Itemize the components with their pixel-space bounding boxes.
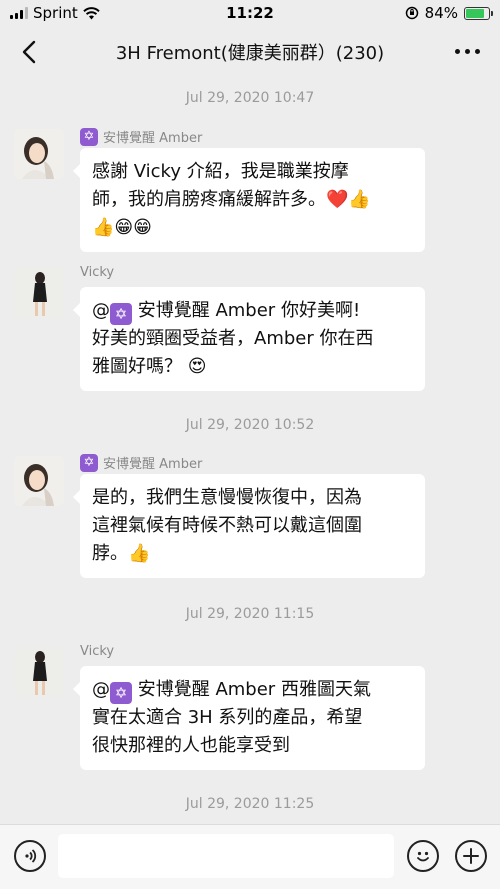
wifi-icon — [83, 6, 100, 19]
battery-icon — [464, 6, 493, 20]
battery-percent: 84% — [424, 4, 458, 22]
message-line: 這裡氣候有時候不熱可以戴這個圍 — [92, 515, 362, 536]
message-bubble[interactable]: @ ✡ 安博覺醒 Amber 西雅圖天氣 實在太適合 3H 系列的產品，希望 很快… — [73, 666, 425, 770]
message-line: 感謝 Vicky 介紹，我是職業按摩 — [92, 161, 349, 182]
add-button[interactable] — [455, 840, 487, 872]
timestamp: Jul 29, 2020 10:52 — [185, 417, 315, 433]
message-line: 是的，我們生意慢慢恢復中，因為 — [92, 487, 362, 508]
message-bubble[interactable]: 是的，我們生意慢慢恢復中，因為 這裡氣候有時候不熱可以戴這個圍 脖。👍 — [73, 474, 425, 578]
input-bar — [0, 824, 500, 889]
avatar[interactable] — [14, 456, 64, 506]
emoji-button[interactable] — [407, 840, 439, 872]
message-line: 實在太適合 3H 系列的產品，希望 — [92, 707, 363, 728]
mention-name[interactable]: 安博覺醒 Amber — [138, 300, 275, 321]
message-line: 好美的頸圈受益者，Amber 你在西 — [92, 328, 374, 349]
timestamp: Jul 29, 2020 10:47 — [185, 90, 315, 106]
chat-title: 3H Fremont(健康美丽群）(230) — [115, 43, 385, 64]
voice-input-button[interactable] — [14, 840, 46, 872]
smiley-icon — [417, 851, 429, 862]
nav-bar: 3H Fremont(健康美丽群）(230) — [0, 26, 500, 78]
message-bubble[interactable]: @ ✡ 安博覺醒 Amber 你好美啊! 好美的頸圈受益者，Amber 你在西 雅… — [73, 287, 425, 391]
sender-name: Vicky — [80, 265, 115, 280]
timestamp: Jul 29, 2020 11:15 — [185, 606, 315, 622]
voice-icon — [25, 849, 37, 863]
star-of-david-icon: ✡ — [110, 303, 132, 325]
orientation-lock-icon — [405, 6, 418, 20]
signal-icon — [10, 7, 28, 19]
message-line: 雅圖好嗎？ 😍 — [92, 356, 207, 377]
star-of-david-icon: ✡ — [110, 682, 132, 704]
message-line: @ ✡ 安博覺醒 Amber 你好美啊! — [92, 300, 361, 325]
more-dots-icon[interactable] — [455, 49, 480, 54]
avatar[interactable] — [14, 268, 64, 318]
avatar[interactable] — [14, 129, 64, 179]
message-line: 👍😁😁 — [92, 217, 152, 238]
sender-name: ✡ 安博覺醒 Amber — [80, 453, 202, 472]
message-line: 很快那裡的人也能享受到 — [92, 735, 290, 756]
message-input[interactable] — [58, 834, 394, 878]
message-line: 脖。👍 — [92, 543, 151, 564]
mention-name[interactable]: 安博覺醒 Amber — [138, 679, 275, 700]
status-right: 84% — [405, 4, 493, 22]
avatar[interactable] — [14, 647, 64, 697]
sender-name: ✡ 安博覺醒 Amber — [80, 127, 202, 146]
sender-name: Vicky — [80, 644, 115, 659]
star-of-david-icon: ✡ — [80, 127, 98, 146]
star-of-david-icon: ✡ — [80, 453, 98, 472]
timestamp: Jul 29, 2020 11:25 — [185, 796, 315, 812]
status-bar: Sprint 11:22 84% — [0, 0, 500, 26]
message-bubble[interactable]: 感謝 Vicky 介紹，我是職業按摩 師，我的肩膀疼痛緩解許多。❤️👍 👍😁😁 — [73, 148, 425, 252]
carrier-label: Sprint — [33, 4, 78, 22]
message-line: 師，我的肩膀疼痛緩解許多。❤️👍 — [92, 189, 371, 210]
status-left: Sprint — [10, 4, 100, 22]
chevron-left-icon[interactable] — [18, 38, 42, 66]
plus-icon — [463, 848, 479, 864]
message-line: @ ✡ 安博覺醒 Amber 西雅圖天氣 — [92, 679, 371, 704]
